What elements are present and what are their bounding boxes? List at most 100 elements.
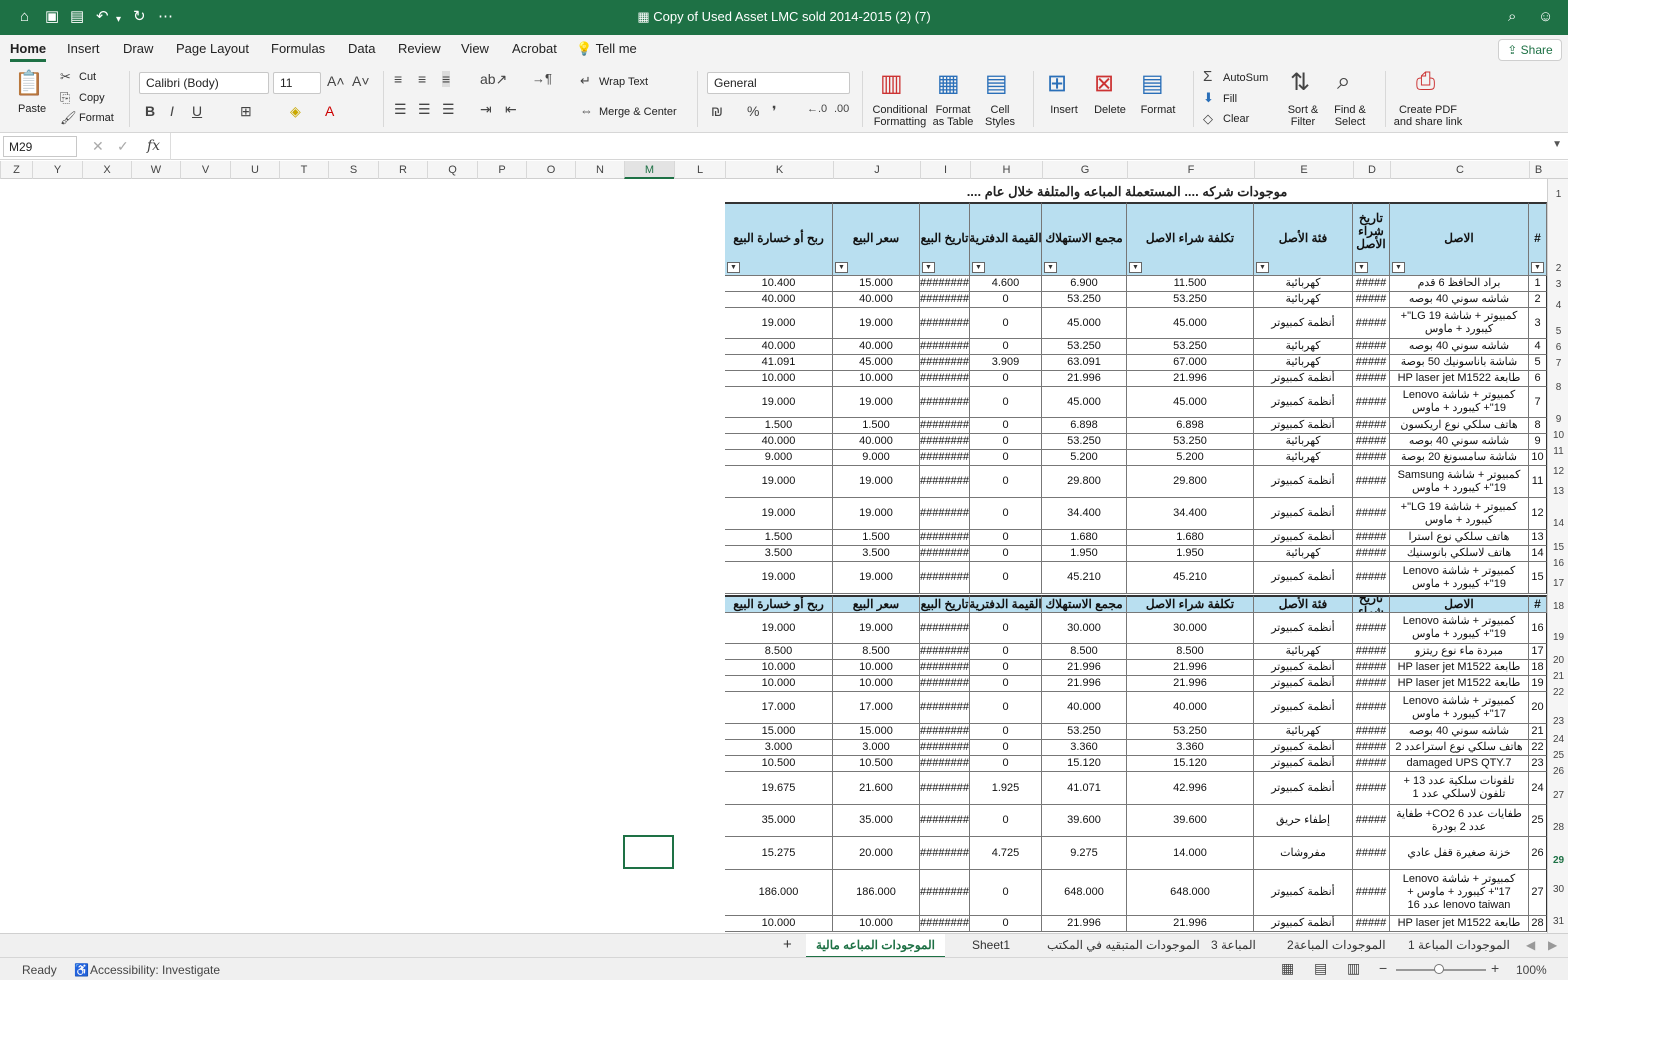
asset-name-cell[interactable]: كمبيوتر + شاشة Lenovo 19"+ كيبورد + ماوس xyxy=(1390,613,1529,644)
table-cell[interactable]: 0 xyxy=(970,434,1042,450)
asset-name-cell[interactable]: كمبيوتر + شاشة Lenovo 19"+ كيبورد + ماوس xyxy=(1390,562,1529,594)
asset-name-cell[interactable]: كمبيوتر + شاشة Samsung 19"+ كيبورد + ماو… xyxy=(1390,466,1529,498)
table-cell[interactable]: 1.500 xyxy=(725,530,833,546)
header-cell[interactable]: # xyxy=(1529,595,1547,613)
table-cell[interactable]: 0 xyxy=(970,870,1042,916)
column-header[interactable]: N xyxy=(575,161,624,179)
table-cell[interactable]: 30.000 xyxy=(1042,613,1127,644)
table-cell[interactable]: 15.275 xyxy=(725,837,833,870)
sheet-tab[interactable]: Sheet1 xyxy=(972,938,1010,952)
table-cell[interactable]: 53.250 xyxy=(1042,434,1127,450)
asset-name-cell[interactable]: شاشة باناسونيك 50 بوصة xyxy=(1390,355,1529,371)
table-cell[interactable]: 10.000 xyxy=(833,660,920,676)
table-cell[interactable]: 0 xyxy=(970,916,1042,932)
table-cell[interactable]: 1.500 xyxy=(833,530,920,546)
accessibility-status[interactable]: Accessibility: Investigate xyxy=(90,963,220,977)
merge-icon[interactable]: ⇔ xyxy=(580,103,593,118)
row-number-cell[interactable]: 26 xyxy=(1529,837,1547,870)
zoom-out-icon[interactable]: − xyxy=(1379,960,1387,976)
column-header[interactable]: K xyxy=(725,161,833,179)
column-header[interactable]: X xyxy=(82,161,131,179)
table-cell[interactable]: ######## xyxy=(920,546,970,562)
column-header[interactable]: G xyxy=(1042,161,1127,179)
asset-name-cell[interactable]: طابعة HP laser jet M1522 xyxy=(1390,660,1529,676)
table-cell[interactable]: 19.000 xyxy=(725,562,833,594)
table-cell[interactable]: كهربائية xyxy=(1254,276,1353,292)
table-cell[interactable]: ##### xyxy=(1353,308,1390,339)
table-cell[interactable]: 6.900 xyxy=(1042,276,1127,292)
autosum-button[interactable]: AutoSum xyxy=(1223,72,1268,84)
align-bottom-icon[interactable]: ≡ xyxy=(442,71,451,87)
table-cell[interactable]: ######## xyxy=(920,740,970,756)
column-header[interactable]: T xyxy=(279,161,328,179)
column-header[interactable]: S xyxy=(328,161,378,179)
table-cell[interactable]: 0 xyxy=(970,660,1042,676)
paste-button[interactable]: Paste xyxy=(18,103,46,115)
table-cell[interactable]: 4.600 xyxy=(970,276,1042,292)
table-cell[interactable]: 67.000 xyxy=(1127,355,1254,371)
row-number-cell[interactable]: 16 xyxy=(1529,613,1547,644)
fill-icon[interactable]: ⬇ xyxy=(1203,90,1214,106)
row-number-cell[interactable]: 2 xyxy=(1529,292,1547,308)
table-cell[interactable]: أنظمة كمبيوتر xyxy=(1254,466,1353,498)
decrease-font-icon[interactable]: A˅ xyxy=(352,73,370,89)
header-cell[interactable]: ربح أو خسارة البيع xyxy=(725,595,833,613)
column-header[interactable]: J xyxy=(833,161,920,179)
asset-name-cell[interactable]: شاشة سامسونغ 20 بوصة xyxy=(1390,450,1529,466)
worksheet[interactable]: موجودات شركه .... المستعملة المباعه والم… xyxy=(0,179,1547,933)
header-cell[interactable]: تكلفة شراء الاصل xyxy=(1127,595,1254,613)
table-cell[interactable]: 0 xyxy=(970,805,1042,837)
asset-name-cell[interactable]: كمبيوتر + شاشة Lenovo 17"+ كيبورد + ماوس xyxy=(1390,692,1529,724)
table-cell[interactable]: 40.000 xyxy=(833,339,920,355)
row-header[interactable]: 17 xyxy=(1548,578,1569,589)
table-cell[interactable]: 53.250 xyxy=(1042,724,1127,740)
tab-data[interactable]: Data xyxy=(348,41,375,56)
table-cell[interactable]: 40.000 xyxy=(1127,692,1254,724)
table-cell[interactable]: 3.000 xyxy=(725,740,833,756)
header-cell[interactable]: تاريخ شراء الأصل ▼ xyxy=(1353,202,1390,276)
table-cell[interactable]: 0 xyxy=(970,450,1042,466)
table-cell[interactable]: ##### xyxy=(1353,339,1390,355)
table-cell[interactable]: 10.000 xyxy=(725,371,833,387)
table-cell[interactable]: 1.680 xyxy=(1127,530,1254,546)
row-header[interactable]: 13 xyxy=(1548,486,1569,497)
column-header[interactable]: Y xyxy=(32,161,82,179)
table-cell[interactable]: 21.600 xyxy=(833,772,920,805)
tell-me[interactable]: 💡 Tell me xyxy=(576,41,637,57)
table-cell[interactable]: 3.000 xyxy=(833,740,920,756)
table-cell[interactable]: أنظمة كمبيوتر xyxy=(1254,308,1353,339)
find-select-icon[interactable]: ⌕ xyxy=(1337,68,1350,96)
table-cell[interactable]: 53.250 xyxy=(1042,339,1127,355)
row-header[interactable]: 12 xyxy=(1548,466,1569,477)
row-number-cell[interactable]: 15 xyxy=(1529,562,1547,594)
table-cell[interactable]: 21.996 xyxy=(1042,660,1127,676)
conditional-formatting-icon[interactable]: ▥ xyxy=(880,69,903,98)
asset-name-cell[interactable]: كمبيوتر + شاشة LG 19"+ كيبورد + ماوس xyxy=(1390,308,1529,339)
table-cell[interactable]: 19.675 xyxy=(725,772,833,805)
row-header[interactable]: 1 xyxy=(1548,189,1569,200)
table-cell[interactable]: أنظمة كمبيوتر xyxy=(1254,371,1353,387)
row-header[interactable]: 2 xyxy=(1548,263,1569,274)
table-cell[interactable]: ##### xyxy=(1353,371,1390,387)
row-header[interactable]: 3 xyxy=(1548,279,1569,290)
filter-dropdown-icon[interactable]: ▼ xyxy=(1531,262,1544,273)
table-cell[interactable]: ######## xyxy=(920,805,970,837)
format-painter-icon[interactable]: 🖌 xyxy=(60,110,77,126)
asset-name-cell[interactable]: طابعة HP laser jet M1522 xyxy=(1390,916,1529,932)
row-header[interactable]: 9 xyxy=(1548,414,1569,425)
table-cell[interactable]: أنظمة كمبيوتر xyxy=(1254,916,1353,932)
insert-cells-button[interactable]: Insert xyxy=(1042,104,1086,116)
table-cell[interactable]: 19.000 xyxy=(833,387,920,418)
pdf-icon[interactable]: ⎙ xyxy=(1416,68,1435,96)
column-header[interactable]: R xyxy=(378,161,427,179)
table-cell[interactable]: ##### xyxy=(1353,756,1390,772)
row-header[interactable]: 22 xyxy=(1548,687,1569,698)
table-cell[interactable]: ######## xyxy=(920,387,970,418)
table-cell[interactable]: ##### xyxy=(1353,676,1390,692)
row-number-cell[interactable]: 10 xyxy=(1529,450,1547,466)
table-cell[interactable]: ######## xyxy=(920,276,970,292)
table-cell[interactable]: 6.898 xyxy=(1127,418,1254,434)
table-cell[interactable]: 21.996 xyxy=(1127,660,1254,676)
add-sheet-icon[interactable]: + xyxy=(783,936,792,953)
merge-center-button[interactable]: Merge & Center xyxy=(599,106,677,118)
